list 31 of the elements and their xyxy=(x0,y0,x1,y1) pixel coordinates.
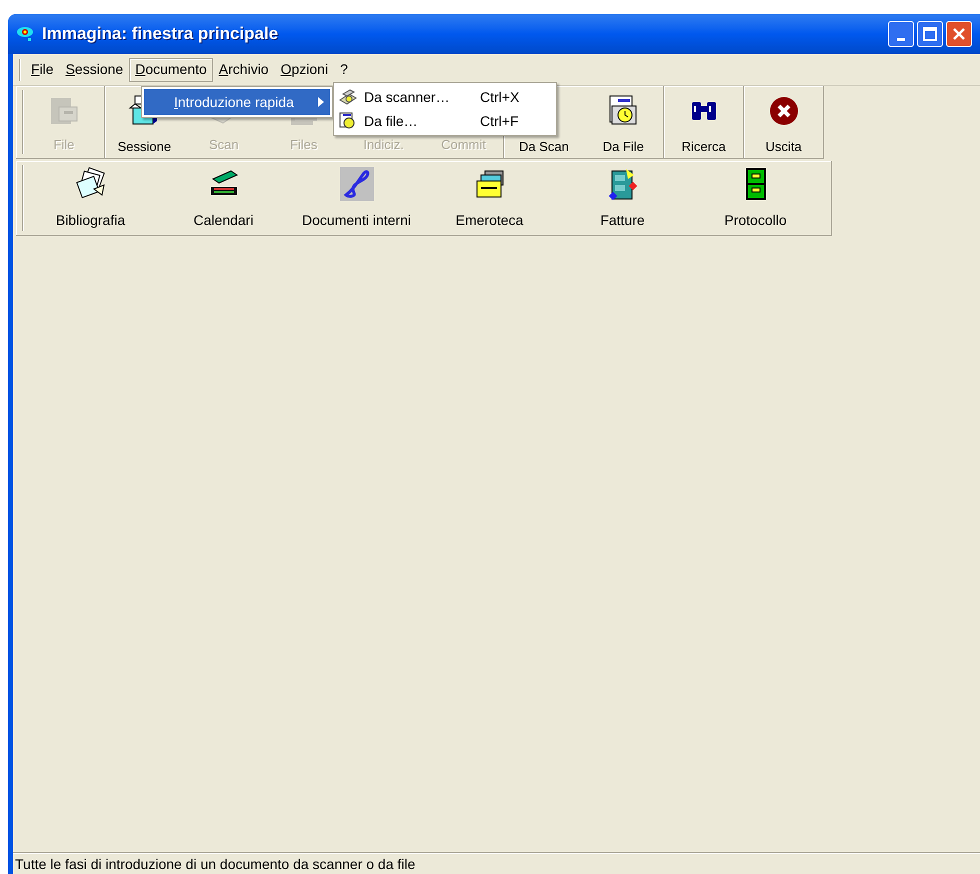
minimize-icon xyxy=(897,38,905,41)
archive-button[interactable]: Protocollo xyxy=(689,161,822,235)
scanner-icon xyxy=(338,88,358,106)
menu-item[interactable]: Documento xyxy=(129,58,213,82)
close-icon xyxy=(953,28,965,40)
toolbar-button[interactable]: Uscita xyxy=(743,86,824,158)
minimize-button[interactable] xyxy=(888,21,914,47)
archive-button[interactable]: Documenti interni xyxy=(290,161,423,235)
menu-entry[interactable]: Introduzione rapida xyxy=(144,89,330,115)
cards-icon xyxy=(74,167,108,201)
menu-item[interactable]: Archivio xyxy=(212,58,275,82)
submenu-entry[interactable]: Da scanner… Ctrl+X xyxy=(336,85,554,109)
submenu-entry[interactable]: Da file… Ctrl+F xyxy=(336,109,554,133)
menu-item[interactable]: Sessione xyxy=(60,58,130,82)
status-text: Tutte le fasi di introduzione di un documento da scanner o da file xyxy=(15,856,416,872)
maximize-icon xyxy=(923,27,937,41)
menu-item[interactable]: File xyxy=(25,58,60,82)
toolbar-button[interactable]: Ricerca xyxy=(663,86,744,158)
submenu-arrow-icon xyxy=(318,97,324,107)
menu-item[interactable]: ? xyxy=(334,58,354,82)
window-title: Immagina: finestra principale xyxy=(42,23,278,46)
eye-icon xyxy=(16,25,36,43)
maximize-button[interactable] xyxy=(917,21,943,47)
archive-button[interactable]: Fatture xyxy=(556,161,689,235)
signature-icon xyxy=(340,167,374,201)
toolbar-button[interactable]: Da File xyxy=(583,86,664,158)
menu-item[interactable]: Opzioni xyxy=(274,58,334,82)
archive-button[interactable]: Calendari xyxy=(157,161,290,235)
archive-button[interactable]: Bibliografia xyxy=(24,161,157,235)
archive-button[interactable]: Emeroteca xyxy=(423,161,556,235)
close-button[interactable] xyxy=(946,21,972,47)
